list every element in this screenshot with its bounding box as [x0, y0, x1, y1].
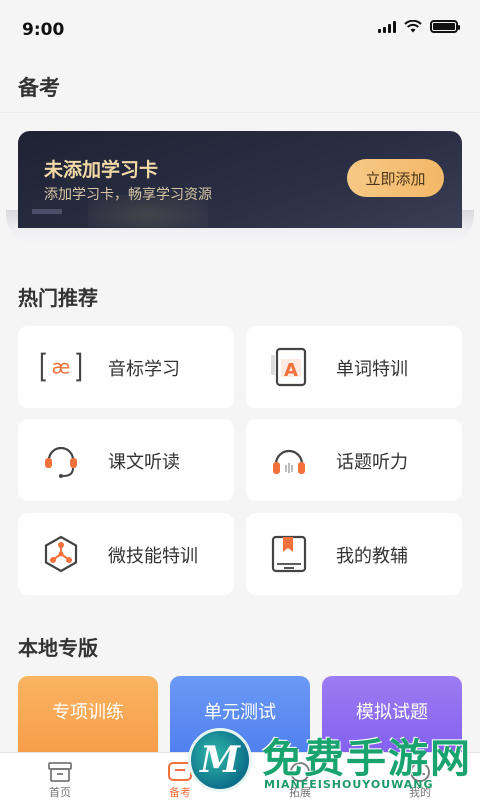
- tile-label: 话题听力: [336, 452, 408, 473]
- tile-word-training[interactable]: A 单词特训: [246, 326, 462, 408]
- tile-phonetic[interactable]: æ 音标学习: [18, 326, 234, 408]
- tab-label: 首页: [49, 786, 71, 799]
- book-icon: [268, 533, 310, 575]
- tile-label: 音标学习: [108, 359, 180, 380]
- watermark-logo: M: [188, 728, 252, 792]
- headset-mic-icon: [40, 439, 82, 481]
- tile-label: 我的教辅: [336, 546, 408, 567]
- status-time: 9:00: [22, 20, 65, 40]
- title-divider: [0, 112, 480, 113]
- tile-my-materials[interactable]: 我的教辅: [246, 513, 462, 595]
- headphones-icon: [268, 439, 310, 481]
- status-icons: [378, 20, 460, 33]
- hexagon-skill-icon: [40, 533, 82, 575]
- svg-text:A: A: [284, 360, 298, 381]
- phonetic-icon: æ: [40, 346, 82, 388]
- tile-label: 课文听读: [108, 452, 180, 473]
- local-card-special-training[interactable]: 专项训练: [18, 676, 158, 756]
- local-section-title: 本地专版: [18, 636, 98, 660]
- tile-topic-listening[interactable]: 话题听力: [246, 419, 462, 501]
- svg-text:æ: æ: [52, 356, 71, 379]
- tile-label: 微技能特训: [108, 546, 198, 567]
- watermark: M 免费手游网 MIANFEISHOUYOUWANG: [186, 724, 480, 800]
- wifi-icon: [404, 20, 422, 33]
- status-bar: 9:00: [0, 0, 480, 60]
- tile-micro-skill[interactable]: 微技能特训: [18, 513, 234, 595]
- study-card-banner[interactable]: 未添加学习卡 添加学习卡，畅享学习资源 立即添加: [18, 131, 462, 228]
- watermark-brand: 免费手游网: [262, 735, 472, 782]
- tile-text-listening[interactable]: 课文听读: [18, 419, 234, 501]
- study-card-title: 未添加学习卡: [44, 159, 159, 181]
- word-card-icon: A: [268, 346, 310, 388]
- home-box-icon: [48, 762, 72, 782]
- add-study-card-button[interactable]: 立即添加: [347, 159, 444, 197]
- watermark-domain: MIANFEISHOUYOUWANG: [264, 778, 434, 791]
- study-card-subtitle: 添加学习卡，畅享学习资源: [44, 187, 212, 203]
- tile-label: 单词特训: [336, 359, 408, 380]
- tab-home[interactable]: 首页: [0, 753, 120, 800]
- card-decoration: [32, 209, 62, 214]
- page-title: 备考: [18, 76, 60, 100]
- battery-icon: [430, 20, 460, 33]
- local-card-label: 专项训练: [52, 702, 124, 723]
- cellular-signal-icon: [378, 20, 396, 33]
- hot-section-title: 热门推荐: [18, 286, 98, 310]
